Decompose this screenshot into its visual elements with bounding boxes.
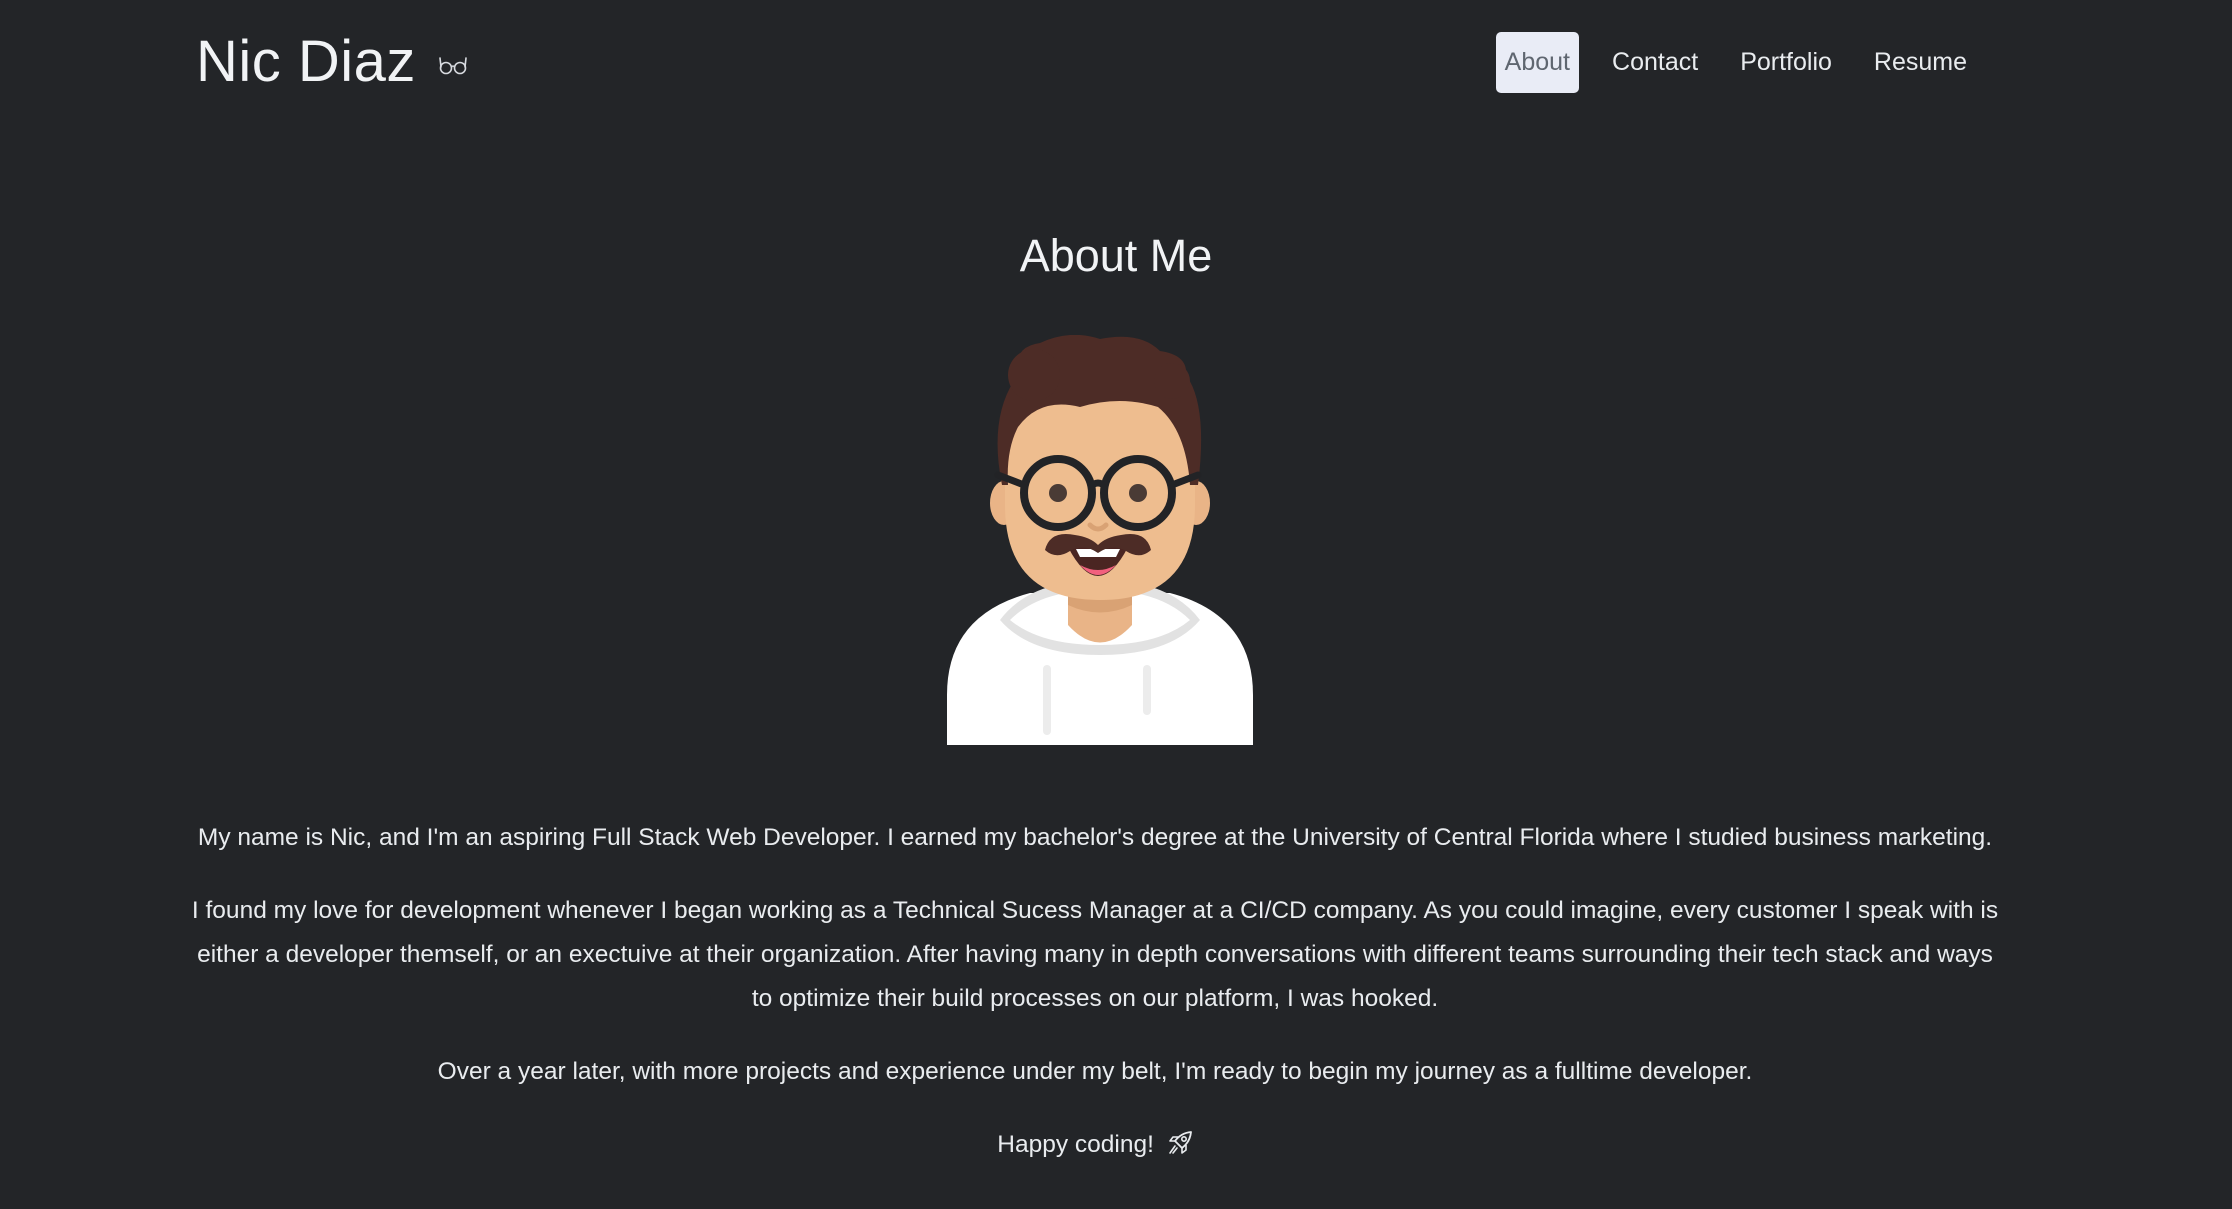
nav-contact[interactable]: Contact (1591, 32, 1719, 93)
nav-resume[interactable]: Resume (1853, 32, 1988, 93)
main-nav: About Contact Portfolio Resume (1495, 32, 1988, 93)
top-navbar: Nic Diaz About Contact Portfolio Resume (0, 0, 2232, 128)
paragraph-intro: My name is Nic, and I'm an aspiring Full… (197, 824, 1993, 851)
nav-about[interactable]: About (1495, 32, 1580, 93)
signoff: Happy coding! (190, 1123, 2000, 1171)
about-content: My name is Nic, and I'm an aspiring Full… (190, 816, 2000, 1200)
avatar-image (940, 334, 1260, 750)
paragraph-goal: Over a year later, with more projects an… (437, 1058, 1753, 1085)
brand-name[interactable]: Nic Diaz (196, 26, 416, 98)
paragraph-story: I found my love for development whenever… (191, 897, 1999, 1012)
glasses-icon (438, 54, 468, 81)
signoff-text: Happy coding! (997, 1131, 1154, 1158)
brand[interactable]: Nic Diaz (196, 26, 468, 98)
rocket-icon (1167, 1127, 1193, 1171)
nav-portfolio[interactable]: Portfolio (1719, 32, 1853, 93)
page-title: About Me (1019, 230, 1213, 281)
